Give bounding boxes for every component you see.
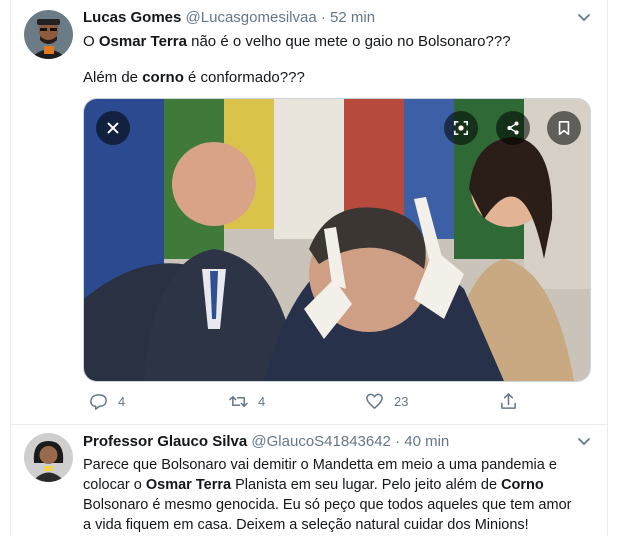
tweet-header: Professor Glauco Silva @GlaucoS41843642 … [83,433,449,450]
avatar[interactable] [24,433,73,482]
bold-mention: Osmar Terra [145,477,232,493]
tweet-text-line: O Osmar Terra não é o velho que mete o g… [83,33,511,50]
retweet-icon [229,395,248,408]
bold-word: Corno [501,477,544,493]
author-name[interactable]: Lucas Gomes [83,9,181,26]
like-button[interactable]: 23 [365,392,408,411]
reply-icon [90,394,107,410]
tweet-text-line: Parece que Bolsonaro vai demitir o Mande… [83,457,557,473]
chevron-down-icon[interactable] [575,8,593,26]
tweet-text-line: colocar o Osmar Terra Planista em seu lu… [83,477,544,493]
timestamp[interactable]: 52 min [330,9,375,26]
heart-icon [366,393,383,409]
reply-button[interactable]: 4 [89,392,125,411]
bold-word: corno [142,69,184,86]
separator-dot: · [320,9,326,26]
timeline: Lucas Gomes @Lucasgomesilvaa · 52 min O … [10,0,608,536]
timestamp[interactable]: 40 min [404,433,449,450]
tweet-text-line: Bolsonaro é mesmo genocida. Eu só peço q… [83,497,572,513]
share-action-button[interactable] [499,392,518,411]
separator-dot: · [395,433,401,450]
reply-count: 4 [118,394,126,409]
retweet-button[interactable]: 4 [229,392,265,411]
bookmark-icon[interactable] [547,111,581,145]
author-handle[interactable]: @Lucasgomesilvaa [186,9,317,26]
like-count: 23 [394,394,409,409]
tweet-photo[interactable] [83,98,591,382]
author-name[interactable]: Professor Glauco Silva [83,433,247,450]
share-upload-icon [501,393,516,409]
author-handle[interactable]: @GlaucoS41843642 [251,433,391,450]
tweet-text-line: a vida fiquem em casa. Deixem a seleção … [83,517,529,533]
tweet-text-line: Além de corno é conformado??? [83,69,305,86]
close-icon[interactable] [96,111,130,145]
bold-mention: Osmar Terra [98,33,187,50]
tweet[interactable]: Professor Glauco Silva @GlaucoS41843642 … [11,425,607,536]
tweet-actions: 4 4 23 [89,392,529,416]
avatar[interactable] [24,10,73,59]
retweet-count: 4 [258,394,266,409]
lens-icon[interactable] [444,111,478,145]
tweet[interactable]: Lucas Gomes @Lucasgomesilvaa · 52 min O … [11,0,607,425]
tweet-header: Lucas Gomes @Lucasgomesilvaa · 52 min [83,9,375,26]
tweet-text: Parece que Bolsonaro vai demitir o Mande… [83,455,593,535]
share-icon[interactable] [496,111,530,145]
chevron-down-icon[interactable] [575,432,593,450]
